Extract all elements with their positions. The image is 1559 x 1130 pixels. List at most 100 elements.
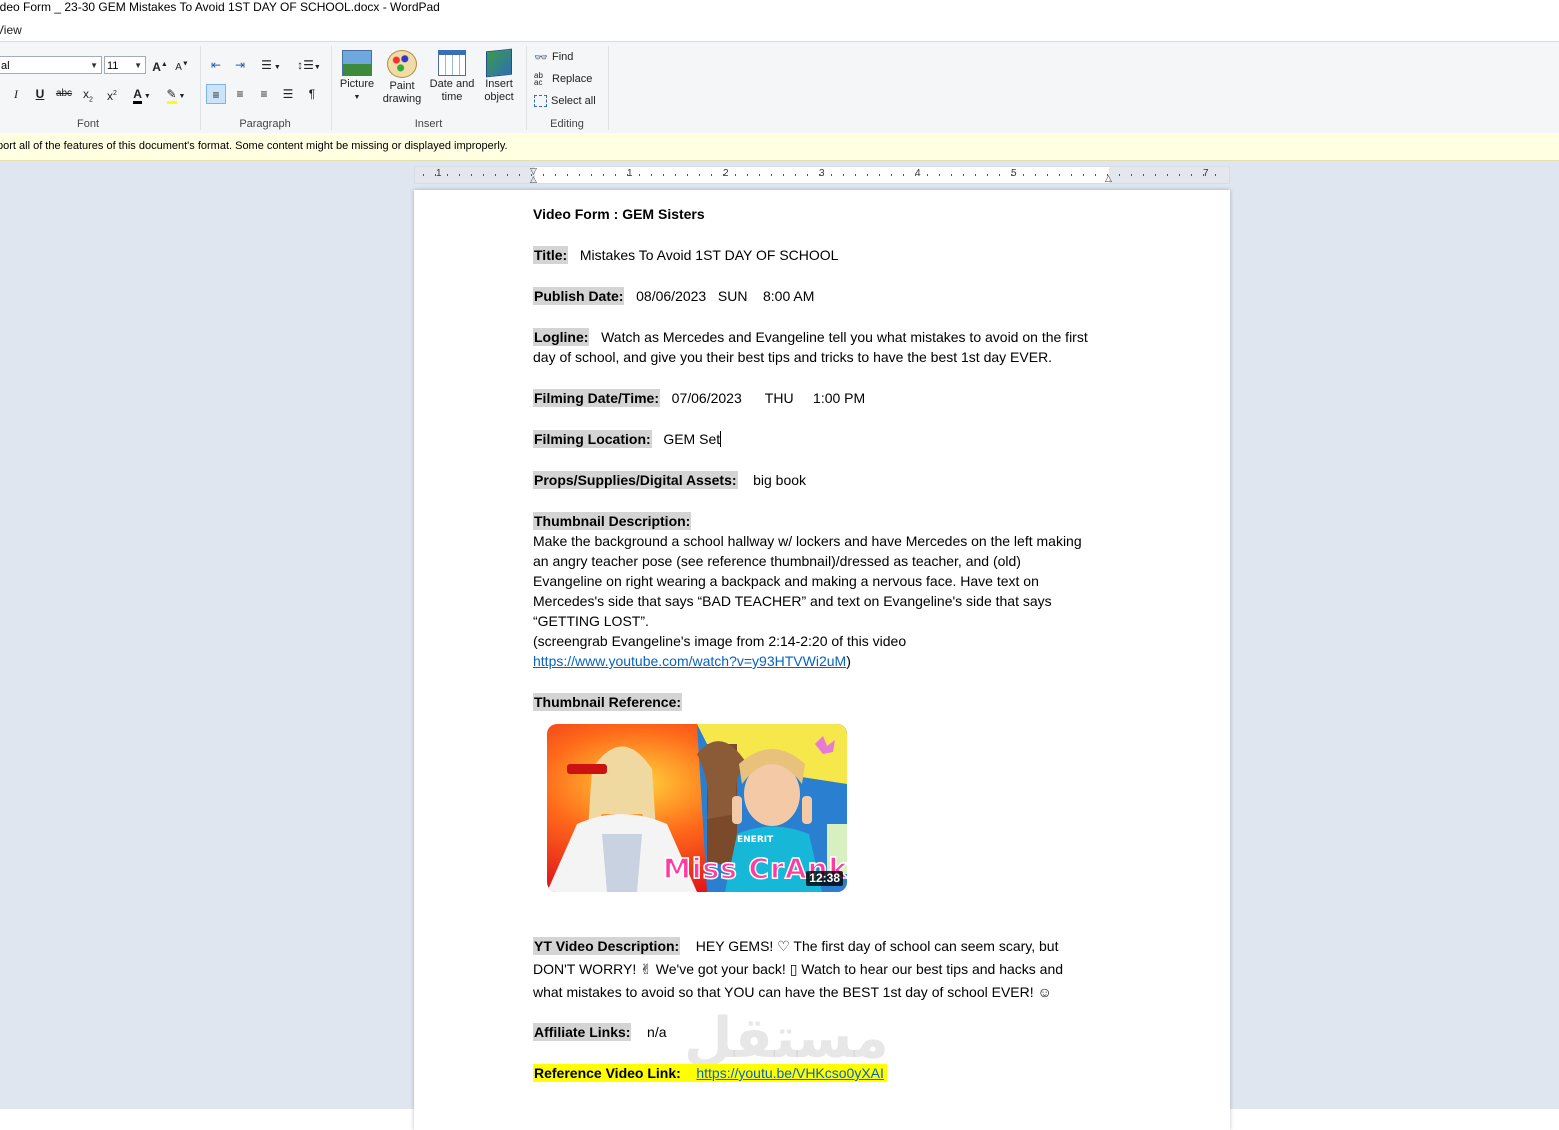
ruler-tick: [459, 174, 460, 176]
grow-font-button[interactable]: A▲: [150, 55, 170, 75]
thumb-desc-line: Mercedes's side that says “BAD TEACHER” …: [533, 593, 1052, 609]
paint-label-2: drawing: [382, 93, 422, 105]
props-value: big book: [753, 472, 807, 488]
font-family-combo[interactable]: al ▼: [0, 56, 102, 74]
decrease-indent-icon: ⇤: [210, 58, 222, 72]
thumbnail-source-link[interactable]: https://www.youtube.com/watch?v=y93HTVWi…: [533, 653, 846, 669]
paint-label-1: Paint: [389, 80, 415, 92]
logline-value-line1: Watch as Mercedes and Evangeline tell yo…: [601, 329, 1088, 345]
ruler-tick: [807, 174, 808, 176]
editing-group-label: Editing: [550, 118, 584, 130]
yt-description-paragraph[interactable]: YT Video Description: HEY GEMS! ♡ The fi…: [533, 935, 1123, 1004]
filming-location-line[interactable]: Filming Location: GEM Set: [533, 429, 1123, 449]
ruler-tick: [1155, 174, 1156, 176]
ruler-tick: [423, 174, 424, 176]
publish-date-label: Publish Date:: [533, 287, 625, 305]
shrink-font-icon: A▼: [175, 61, 189, 74]
highlight-color-button[interactable]: ✎ ▼: [162, 84, 190, 104]
align-right-icon: ≡: [260, 87, 268, 101]
ruler-tick: [711, 174, 712, 176]
ruler-tick: [591, 174, 592, 176]
ruler-tick: [987, 174, 988, 176]
find-button[interactable]: 👓 Find: [534, 49, 573, 65]
ruler-tick: [1131, 174, 1132, 176]
justify-button[interactable]: ☰: [278, 84, 298, 104]
calendar-clock-icon: [438, 50, 466, 76]
underline-button[interactable]: U: [30, 84, 50, 104]
paint-drawing-button[interactable]: Paint drawing: [380, 46, 424, 106]
shrink-font-button[interactable]: A▼: [172, 55, 192, 75]
thumb-desc-line: “GETTING LOST”.: [533, 613, 649, 629]
doc-heading[interactable]: Video Form : GEM Sisters: [533, 204, 1123, 224]
ruler-tick: [747, 174, 748, 176]
font-size-combo[interactable]: 11 ▼: [104, 56, 146, 74]
subscript-button[interactable]: x2: [78, 84, 98, 104]
publish-date-line[interactable]: Publish Date: 08/06/2023 SUN 8:00 AM: [533, 286, 1123, 306]
date-time-button[interactable]: Date and time: [426, 46, 478, 104]
thumbnail-reference-line[interactable]: Thumbnail Reference:: [533, 692, 1123, 712]
palette-icon: [387, 50, 417, 78]
ruler-tick: [555, 174, 556, 176]
increase-indent-icon: ⇥: [234, 58, 246, 72]
props-line[interactable]: Props/Supplies/Digital Assets: big book: [533, 470, 1123, 490]
ruler-tick: [975, 174, 976, 176]
increase-indent-button[interactable]: ⇥: [230, 55, 250, 75]
thumbnail-description-paragraph[interactable]: Thumbnail Description: Make the backgrou…: [533, 511, 1123, 671]
filming-date-line[interactable]: Filming Date/Time: 07/06/2023 THU 1:00 P…: [533, 388, 1123, 408]
picture-button[interactable]: Picture ▼: [336, 46, 378, 104]
thumbnail-reference-label: Thumbnail Reference:: [533, 693, 683, 711]
title-line[interactable]: Title: Mistakes To Avoid 1ST DAY OF SCHO…: [533, 245, 1123, 265]
picture-icon: [342, 50, 372, 76]
reference-video-line[interactable]: Reference Video Link: https://youtu.be/V…: [533, 1063, 1123, 1083]
yt-description-line2: DON'T WORRY! ✌ We've got your back! ▯ Wa…: [533, 961, 1064, 977]
text-color-button[interactable]: A ▼: [128, 84, 156, 104]
ruler-tick: [819, 174, 820, 176]
reference-video-link[interactable]: https://youtu.be/VHKcso0yXAI: [696, 1065, 884, 1081]
italic-button[interactable]: I: [6, 84, 26, 104]
bullets-button[interactable]: ☰ ▼: [256, 55, 286, 75]
ruler-tick: [507, 174, 508, 176]
object-icon: [486, 48, 512, 78]
ruler[interactable]: 1 1 2 3 4 5 7 ▽ △ △: [414, 166, 1230, 184]
font-group-label: Font: [76, 118, 99, 130]
ruler-tick: [519, 174, 520, 176]
logline-paragraph[interactable]: Logline: Watch as Mercedes and Evangelin…: [533, 327, 1123, 367]
select-all-button[interactable]: Select all: [534, 93, 596, 109]
ruler-right-margin: [1109, 167, 1229, 183]
align-left-button[interactable]: ≡: [206, 84, 226, 104]
ruler-tick: [699, 174, 700, 176]
ruler-tick: [1071, 174, 1072, 176]
line-spacing-button[interactable]: ↕☰▼: [294, 55, 324, 75]
tab-view[interactable]: View: [0, 20, 22, 40]
affiliate-links-label: Affiliate Links:: [533, 1023, 632, 1041]
align-right-button[interactable]: ≡: [254, 84, 274, 104]
ruler-tick: [1059, 174, 1060, 176]
superscript-button[interactable]: x2: [102, 84, 122, 104]
decrease-indent-button[interactable]: ⇤: [206, 55, 226, 75]
ruler-tick: [687, 174, 688, 176]
ruler-tick: [675, 174, 676, 176]
align-center-button[interactable]: ≡: [230, 84, 250, 104]
ruler-tick: [867, 174, 868, 176]
yt-description-line1: HEY GEMS! ♡ The first day of school can …: [695, 938, 1059, 954]
ruler-tick: [915, 174, 916, 176]
ruler-tick: [771, 174, 772, 176]
italic-icon: I: [14, 87, 18, 101]
ruler-tick: [1215, 174, 1216, 176]
replace-button[interactable]: ab ac Replace: [534, 71, 592, 87]
logline-label: Logline:: [533, 328, 590, 346]
line-spacing-icon: ↕☰: [297, 58, 314, 72]
thumb-desc-line: (screengrab Evangeline's image from 2:14…: [533, 633, 907, 649]
ruler-tick: [1179, 174, 1180, 176]
thumbnail-reference-image[interactable]: ENERIT Miss CrAnky 12:38: [547, 724, 847, 892]
strikethrough-button[interactable]: abc: [54, 84, 74, 104]
ruler-tick: [603, 174, 604, 176]
insert-group-label: Insert: [414, 118, 443, 130]
ruler-tick: [1203, 174, 1204, 176]
insert-object-button[interactable]: Insert object: [478, 46, 520, 104]
ruler-tick: [1095, 174, 1096, 176]
ruler-tick: [999, 174, 1000, 176]
yt-description-label: YT Video Description:: [533, 937, 681, 955]
thumb-desc-close: ): [846, 653, 851, 669]
paragraph-button[interactable]: ¶: [302, 84, 322, 104]
